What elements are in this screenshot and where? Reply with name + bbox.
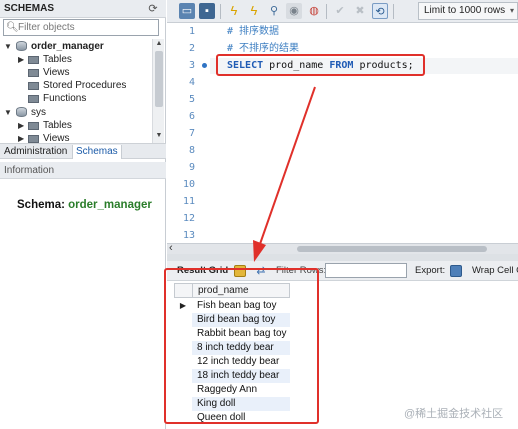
tab-administration[interactable]: Administration — [1, 145, 70, 159]
tree-scrollbar[interactable]: ▲ ▼ — [152, 39, 164, 143]
autocommit-icon[interactable]: ⟲ — [372, 3, 388, 19]
line-number: 10 — [182, 179, 195, 190]
annotation-box-results — [164, 268, 319, 424]
export-label: Export: — [415, 265, 446, 276]
line-number: 13 — [182, 230, 195, 241]
filter-rows-input[interactable] — [325, 263, 407, 278]
line-number: 4 — [188, 77, 195, 88]
expand-arrow-icon[interactable]: ▼ — [4, 106, 14, 119]
toolbar-separator — [393, 4, 394, 19]
scrollbar-thumb[interactable] — [297, 246, 487, 252]
schema-info: Schema: order_manager — [17, 199, 152, 211]
explain-magnifier-icon[interactable]: ⚲ — [266, 3, 282, 19]
scroll-down-icon[interactable]: ▼ — [153, 131, 165, 141]
database-icon — [16, 107, 27, 117]
editor-horizontal-scrollbar[interactable]: ‹ — [167, 242, 518, 254]
toggle-error-icon[interactable]: ◍ — [306, 3, 322, 19]
collapse-arrow-icon[interactable]: ▶ — [18, 132, 28, 143]
database-icon — [16, 41, 27, 51]
sql-editor-toolbar: ▭ ▪ ϟ ϟ ⚲ ◉ ◍ ✔ ✖ ⟲ Limit to 1000 rows ▾ — [167, 0, 518, 23]
information-title: Information — [4, 165, 55, 176]
search-icon: 🔍︎ — [6, 22, 19, 33]
save-icon[interactable]: ▪ — [199, 3, 215, 19]
line-number: 8 — [188, 145, 195, 156]
line-number: 9 — [188, 162, 195, 173]
scrollbar-thumb[interactable] — [155, 51, 163, 107]
line-number: 7 — [188, 128, 195, 139]
collapse-arrow-icon[interactable]: ▶ — [18, 119, 28, 132]
folder-icon — [28, 135, 39, 143]
commit-icon[interactable]: ✔ — [332, 3, 348, 19]
export-icon[interactable] — [450, 265, 462, 277]
toolbar-separator — [220, 4, 221, 19]
limit-rows-value: Limit to 1000 rows — [424, 5, 506, 16]
chevron-down-icon: ▾ — [509, 6, 514, 15]
execute-lightning-icon[interactable]: ϟ — [226, 3, 242, 19]
scroll-left-icon[interactable]: ‹ — [169, 242, 173, 254]
panel-splitter[interactable] — [167, 254, 518, 261]
expand-arrow-icon[interactable]: ▼ — [4, 40, 14, 53]
line-number: 5 — [188, 94, 195, 105]
wrap-cell-content-label[interactable]: Wrap Cell C — [472, 265, 518, 276]
statement-marker-icon — [202, 63, 207, 68]
folder-icon — [28, 69, 39, 77]
line-number: 12 — [182, 213, 195, 224]
schema-tree: ▼ order_manager ▶ Tables Views Stored Pr… — [4, 40, 127, 143]
information-header: Information — [0, 162, 166, 179]
line-number: 11 — [182, 196, 195, 207]
open-file-icon[interactable]: ▭ — [179, 3, 195, 19]
navigator-tabs: Administration Schemas — [0, 143, 166, 159]
code-line-comment: # 排序数据 — [227, 26, 280, 37]
limit-rows-select[interactable]: Limit to 1000 rows ▾ — [418, 2, 518, 20]
schemas-title: SCHEMAS — [4, 3, 55, 14]
scroll-up-icon[interactable]: ▲ — [153, 39, 165, 49]
schemas-header: SCHEMAS ⟳ — [0, 0, 166, 18]
tab-schemas[interactable]: Schemas — [72, 145, 122, 159]
navigator-panel: SCHEMAS ⟳ 🔍︎ ▼ order_manager ▶ Tables Vi… — [0, 0, 166, 429]
line-number: 3 — [188, 60, 195, 71]
schema-info-value: order_manager — [68, 199, 152, 211]
collapse-arrow-icon[interactable]: ▶ — [18, 53, 28, 66]
line-number: 1 — [188, 26, 195, 37]
filter-objects-field[interactable]: 🔍︎ — [3, 19, 159, 36]
execute-current-icon[interactable]: ϟ — [246, 3, 262, 19]
folder-icon — [28, 122, 39, 130]
folder-icon — [28, 82, 39, 90]
toolbar-separator — [326, 4, 327, 19]
rollback-icon[interactable]: ✖ — [352, 3, 368, 19]
line-number: 2 — [188, 43, 195, 54]
line-number: 6 — [188, 111, 195, 122]
filter-objects-input[interactable] — [18, 21, 156, 34]
stop-icon[interactable]: ◉ — [286, 3, 302, 19]
folder-icon — [28, 95, 39, 103]
annotation-box-query — [216, 54, 425, 76]
schema-info-label: Schema: — [17, 199, 65, 211]
folder-icon — [28, 56, 39, 64]
refresh-icon[interactable]: ⟳ — [146, 2, 160, 16]
watermark: @稀土掘金技术社区 — [404, 408, 504, 420]
